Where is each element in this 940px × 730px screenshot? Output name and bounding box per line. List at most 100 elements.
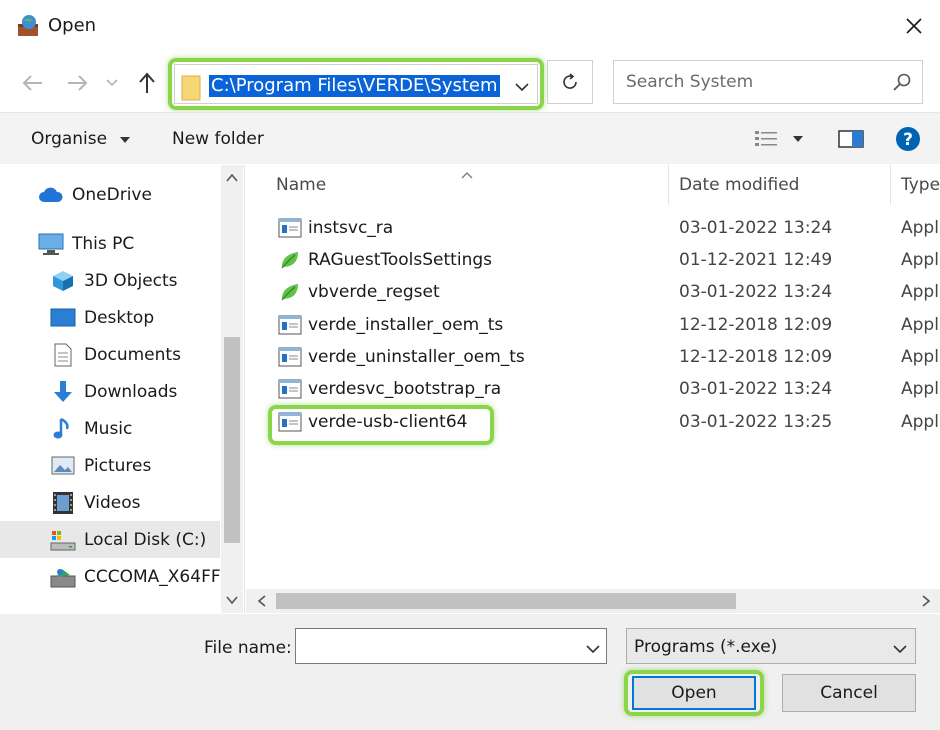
sidebar-item-pictures[interactable]: Pictures [0, 447, 220, 484]
sidebar-item-label: OneDrive [72, 184, 152, 205]
app-globe-icon [16, 14, 40, 38]
chevron-down-icon [515, 83, 529, 92]
open-button[interactable]: Open [632, 676, 756, 710]
chevron-down-icon [893, 639, 907, 658]
file-name-input[interactable] [295, 628, 607, 664]
address-bar[interactable]: C:\Program Files\VERDE\System [174, 64, 538, 104]
navigation-pane: OneDrive This PC 3D Objects Desktop Docu… [0, 165, 245, 613]
chevron-right-icon [922, 595, 930, 607]
file-date: 12-12-2018 12:09 [679, 347, 833, 367]
disk-icon [50, 527, 76, 553]
view-options-button[interactable] [753, 129, 809, 153]
file-row[interactable]: RAGuestToolsSettings 01-12-2021 12:49 Ap… [246, 244, 940, 276]
scroll-thumb[interactable] [276, 593, 736, 609]
chevron-down-icon [226, 596, 238, 604]
leaf-icon [278, 248, 302, 272]
file-name-label: File name: [204, 638, 292, 658]
file-row[interactable]: verde_installer_oem_ts 12-12-2018 12:09 … [246, 309, 940, 341]
sidebar-item-label: Videos [84, 492, 141, 513]
sidebar-item-label: Desktop [84, 307, 155, 328]
desktop-icon [50, 305, 76, 331]
folder-icon [181, 75, 201, 105]
dvd-icon [50, 564, 76, 590]
forward-arrow-icon [68, 75, 88, 91]
sidebar-item-onedrive[interactable]: OneDrive [0, 176, 220, 213]
close-button[interactable] [896, 8, 932, 44]
scroll-left-button[interactable] [254, 593, 270, 609]
file-date: 03-01-2022 13:24 [679, 218, 833, 238]
file-name: instsvc_ra [308, 218, 394, 238]
sidebar-item-this-pc[interactable]: This PC [0, 225, 220, 262]
exe-window-icon [278, 410, 302, 434]
sidebar-item-documents[interactable]: Documents [0, 336, 220, 373]
column-separator[interactable] [668, 165, 669, 205]
file-type: Appl [901, 250, 939, 270]
download-icon [50, 379, 76, 405]
chevron-left-icon [258, 595, 266, 607]
search-input[interactable]: Search System [613, 60, 923, 104]
close-icon [906, 18, 922, 34]
sidebar-scrollbar[interactable] [221, 165, 243, 613]
leaf-icon [278, 280, 302, 304]
file-row[interactable]: verde-usb-client64 03-01-2022 13:25 Appl [246, 406, 940, 438]
command-toolbar: Organise New folder ? [0, 112, 940, 164]
video-icon [50, 490, 76, 516]
recent-locations-button[interactable] [104, 70, 120, 96]
sidebar-item-label: CCCOMA_X64FF [84, 566, 220, 587]
scroll-right-button[interactable] [918, 593, 934, 609]
new-folder-button[interactable]: New folder [172, 129, 264, 149]
sidebar-item-videos[interactable]: Videos [0, 484, 220, 521]
details-view-icon [755, 131, 803, 146]
cancel-button[interactable]: Cancel [782, 674, 916, 712]
address-dropdown-button[interactable] [515, 77, 529, 96]
scroll-up-button[interactable] [225, 171, 239, 185]
sidebar-item-downloads[interactable]: Downloads [0, 373, 220, 410]
computer-icon [38, 231, 64, 257]
file-date: 01-12-2021 12:49 [679, 250, 833, 270]
sidebar-item-label: Pictures [84, 455, 152, 476]
file-name: vbverde_regset [308, 282, 440, 302]
scroll-down-button[interactable] [225, 593, 239, 607]
organise-menu[interactable]: Organise [31, 129, 131, 149]
sidebar-item-label: Music [84, 418, 133, 439]
up-button[interactable] [134, 70, 160, 96]
back-button[interactable] [20, 70, 46, 96]
sort-ascending-icon [460, 165, 474, 184]
file-row[interactable]: vbverde_regset 03-01-2022 13:24 Appl [246, 276, 940, 308]
column-separator[interactable] [890, 165, 891, 205]
up-arrow-icon [139, 72, 155, 93]
file-name-dropdown-button[interactable] [586, 639, 600, 658]
file-type: Appl [901, 347, 939, 367]
address-path[interactable]: C:\Program Files\VERDE\System [209, 75, 500, 97]
sidebar-item-local-disk[interactable]: Local Disk (C:) [0, 521, 220, 558]
document-icon [50, 342, 76, 368]
scroll-thumb[interactable] [224, 337, 240, 543]
files-horizontal-scrollbar[interactable] [246, 589, 940, 613]
sidebar-item-dvd-drive[interactable]: CCCOMA_X64FF [0, 558, 220, 595]
preview-pane-button[interactable] [838, 129, 864, 153]
refresh-button[interactable] [547, 60, 593, 104]
file-date: 03-01-2022 13:24 [679, 379, 833, 399]
preview-pane-icon [838, 130, 864, 148]
file-row[interactable]: verde_uninstaller_oem_ts 12-12-2018 12:0… [246, 341, 940, 373]
sidebar-item-label: 3D Objects [84, 270, 178, 291]
column-header-type[interactable]: Type [901, 165, 940, 205]
sidebar-item-label: This PC [72, 233, 135, 254]
file-name: verde_installer_oem_ts [308, 315, 504, 335]
file-list: Name Date modified Type instsvc_ra 03-01… [246, 165, 940, 613]
sidebar-item-3d-objects[interactable]: 3D Objects [0, 262, 220, 299]
file-date: 12-12-2018 12:09 [679, 315, 833, 335]
file-type: Appl [901, 412, 939, 432]
help-button[interactable]: ? [895, 126, 921, 156]
file-type-select[interactable]: Programs (*.exe) [626, 628, 916, 664]
sidebar-item-desktop[interactable]: Desktop [0, 299, 220, 336]
file-row[interactable]: verdesvc_bootstrap_ra 03-01-2022 13:24 A… [246, 373, 940, 405]
file-row[interactable]: instsvc_ra 03-01-2022 13:24 Appl [246, 212, 940, 244]
forward-button[interactable] [64, 70, 90, 96]
file-type: Appl [901, 315, 939, 335]
column-header-date[interactable]: Date modified [679, 165, 889, 205]
chevron-down-icon [586, 645, 600, 654]
sidebar-item-music[interactable]: Music [0, 410, 220, 447]
address-bar-highlight[interactable]: C:\Program Files\VERDE\System [168, 58, 544, 110]
file-type: Appl [901, 379, 939, 399]
